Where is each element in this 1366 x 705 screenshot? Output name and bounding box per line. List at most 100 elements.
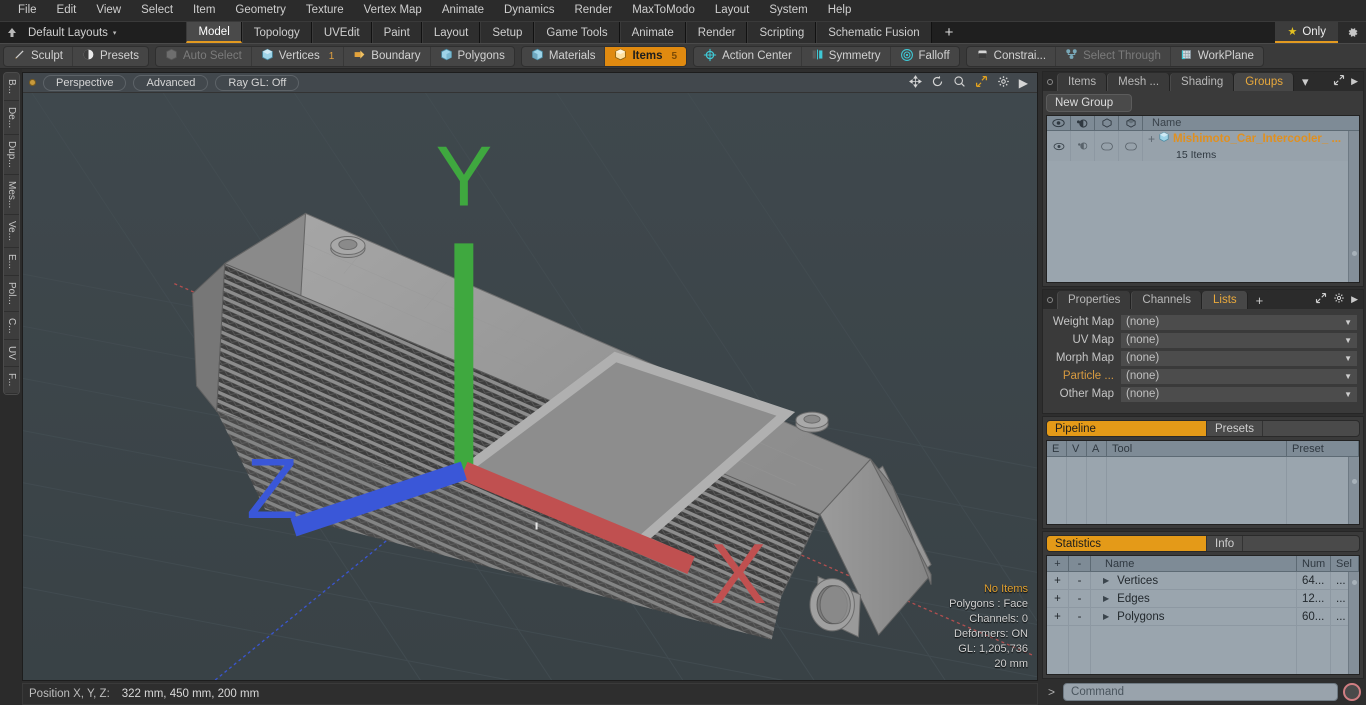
menu-item-help[interactable]: Help [818, 0, 862, 21]
3d-viewport[interactable]: Perspective Advanced Ray GL: Off ▶ Y X Z… [22, 72, 1038, 681]
left-tab-mesh-edit[interactable]: Mes... [4, 174, 19, 216]
boundary-button[interactable]: Boundary [344, 46, 431, 66]
command-input[interactable]: Command [1063, 683, 1338, 701]
other-map-dropdown[interactable]: (none) ▼ [1120, 385, 1358, 403]
stats-name-cell[interactable]: ▶ Polygons [1091, 607, 1297, 626]
menu-item-animate[interactable]: Animate [432, 0, 494, 21]
row-render-toggle[interactable] [1071, 131, 1095, 161]
row-eye-toggle[interactable] [1047, 131, 1071, 161]
zoom-icon[interactable] [953, 75, 966, 90]
workplane-button[interactable]: WorkPlane [1171, 47, 1263, 66]
materials-button[interactable]: Materials [522, 46, 606, 66]
constraint-button[interactable]: Constrai... [967, 46, 1057, 66]
tab-uvedit[interactable]: UVEdit [311, 22, 372, 43]
expand-icon[interactable] [1315, 292, 1327, 307]
row-lock-toggle[interactable] [1095, 131, 1119, 161]
items-button[interactable]: Items 5 [605, 46, 687, 66]
fit-icon[interactable] [975, 75, 988, 90]
groups-tree-scrollbar[interactable] [1348, 131, 1359, 282]
tab-animate[interactable]: Animate [619, 22, 686, 43]
gear-icon[interactable] [1338, 22, 1366, 43]
add-layout-tab-button[interactable]: + [931, 22, 967, 43]
particle-map-dropdown[interactable]: (none) ▼ [1120, 367, 1358, 385]
menu-item-select[interactable]: Select [131, 0, 183, 21]
tab-topology[interactable]: Topology [241, 22, 312, 43]
table-row[interactable]: + - ▶ Vertices 64... ... [1047, 571, 1359, 590]
stats-add-button[interactable]: + [1047, 571, 1069, 590]
render-icon[interactable] [1071, 115, 1095, 131]
panel-tab-groups[interactable]: Groups [1234, 73, 1294, 91]
statistics-grid-body[interactable] [1047, 626, 1359, 674]
expand-row-button[interactable]: + [1148, 132, 1155, 146]
home-arrow-icon[interactable] [0, 22, 24, 43]
left-tab-uv[interactable]: UV [4, 340, 19, 368]
gear-icon[interactable] [997, 75, 1010, 90]
auto-select-button[interactable]: Auto Select [156, 46, 252, 66]
viewport-projection-button[interactable]: Perspective [43, 74, 127, 91]
left-tab-curve[interactable]: C... [4, 311, 19, 341]
left-tab-vertex[interactable]: Ve... [4, 215, 19, 249]
presets-button[interactable]: Presets [73, 47, 148, 66]
viewport-shading-button[interactable]: Advanced [133, 74, 209, 91]
pipeline-grid-body[interactable] [1047, 457, 1359, 524]
record-circle-icon[interactable] [1343, 683, 1361, 701]
eye-icon[interactable] [1047, 115, 1071, 131]
panel-tab-channels[interactable]: Channels [1131, 291, 1203, 309]
symmetry-button[interactable]: Symmetry [802, 46, 891, 66]
tab-setup[interactable]: Setup [480, 22, 535, 43]
menu-item-vertex-map[interactable]: Vertex Map [354, 0, 432, 21]
stats-name-cell[interactable]: ▶ Edges [1091, 589, 1297, 608]
rotate-icon[interactable] [931, 75, 944, 90]
group-row-name[interactable]: + Mishimoto_Car_Intercooler_ ... 15 Item… [1143, 131, 1359, 162]
menu-item-geometry[interactable]: Geometry [225, 0, 296, 21]
panel-tab-shading[interactable]: Shading [1170, 73, 1235, 91]
panel-tab-mesh[interactable]: Mesh ... [1107, 73, 1171, 91]
panel-tab-statistics[interactable]: Statistics [1047, 536, 1207, 551]
lock-icon[interactable] [1095, 115, 1119, 131]
only-toggle-button[interactable]: ★ Only [1275, 22, 1338, 43]
tab-render[interactable]: Render [685, 22, 748, 43]
select-through-button[interactable]: Select Through [1056, 46, 1171, 66]
row-select-toggle[interactable] [1119, 131, 1143, 161]
left-tab-falloff[interactable]: F... [4, 367, 19, 394]
select-icon[interactable] [1119, 115, 1143, 131]
menu-item-layout[interactable]: Layout [705, 0, 760, 21]
groups-tree[interactable]: Name + Mishimoto_Car_Intercooler_ ... 15… [1046, 115, 1360, 283]
falloff-button[interactable]: Falloff [891, 47, 959, 66]
pipeline-grid[interactable]: E V A Tool Preset [1046, 440, 1360, 525]
menu-item-file[interactable]: File [8, 0, 47, 21]
menu-item-dynamics[interactable]: Dynamics [494, 0, 564, 21]
chevron-right-icon[interactable]: ▶ [1351, 76, 1358, 87]
panel-tab-pipeline[interactable]: Pipeline [1047, 421, 1207, 436]
groups-tree-empty-area[interactable] [1047, 161, 1359, 282]
expand-arrow-icon[interactable]: ▶ [1103, 576, 1109, 585]
chevron-right-icon[interactable]: ▶ [1351, 294, 1358, 305]
menu-item-system[interactable]: System [759, 0, 817, 21]
vertices-button[interactable]: Vertices 1 [252, 46, 345, 66]
left-tab-basic[interactable]: B... [4, 73, 19, 102]
chevron-right-icon[interactable]: ▶ [1019, 77, 1028, 89]
tab-game-tools[interactable]: Game Tools [534, 22, 620, 43]
table-row[interactable]: + - ▶ Edges 12... ... [1047, 589, 1359, 608]
menu-item-render[interactable]: Render [564, 0, 622, 21]
viewport-scene[interactable]: Y X Z No Items Polygons : Face Channels:… [23, 93, 1037, 680]
morph-map-dropdown[interactable]: (none) ▼ [1120, 349, 1358, 367]
panel-tab-presets[interactable]: Presets [1207, 421, 1263, 436]
statistics-grid[interactable]: + - Name Num Sel + - ▶ Vertices 64... ..… [1046, 555, 1360, 675]
pipeline-scrollbar[interactable] [1348, 457, 1359, 524]
default-layouts-dropdown[interactable]: Default Layouts ▾ [24, 22, 126, 43]
uv-map-dropdown[interactable]: (none) ▼ [1120, 331, 1358, 349]
stats-sub-button[interactable]: - [1069, 607, 1091, 626]
chevron-down-icon[interactable]: ▾ [1293, 73, 1317, 91]
panel-tab-items[interactable]: Items [1057, 73, 1108, 91]
tab-schematic-fusion[interactable]: Schematic Fusion [816, 22, 932, 43]
stats-sub-button[interactable]: - [1069, 589, 1091, 608]
menu-item-maxtomodo[interactable]: MaxToModo [622, 0, 705, 21]
stats-name-cell[interactable]: ▶ Vertices [1091, 571, 1297, 590]
tab-layout[interactable]: Layout [421, 22, 481, 43]
left-tab-edge[interactable]: E... [4, 248, 19, 277]
statistics-scrollbar[interactable] [1348, 572, 1359, 674]
tab-model[interactable]: Model [186, 22, 242, 43]
weight-map-dropdown[interactable]: (none) ▼ [1120, 313, 1358, 331]
stats-add-button[interactable]: + [1047, 589, 1069, 608]
